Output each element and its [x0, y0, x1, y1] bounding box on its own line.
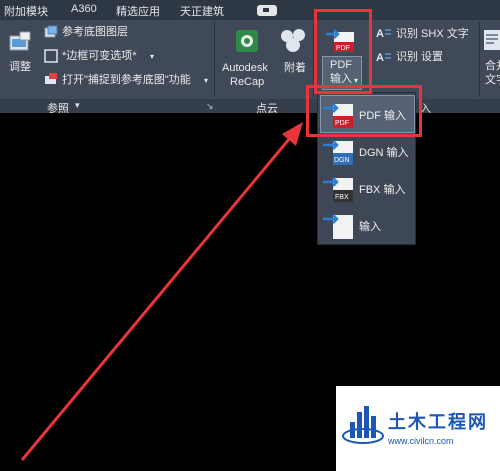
- watermark-logo: 土木工程网 www.civilcn.com: [336, 386, 500, 471]
- watermark-title: 土木工程网: [388, 412, 488, 432]
- watermark-url: www.civilcn.com: [388, 436, 454, 446]
- civilcn-logo-icon: [342, 406, 384, 444]
